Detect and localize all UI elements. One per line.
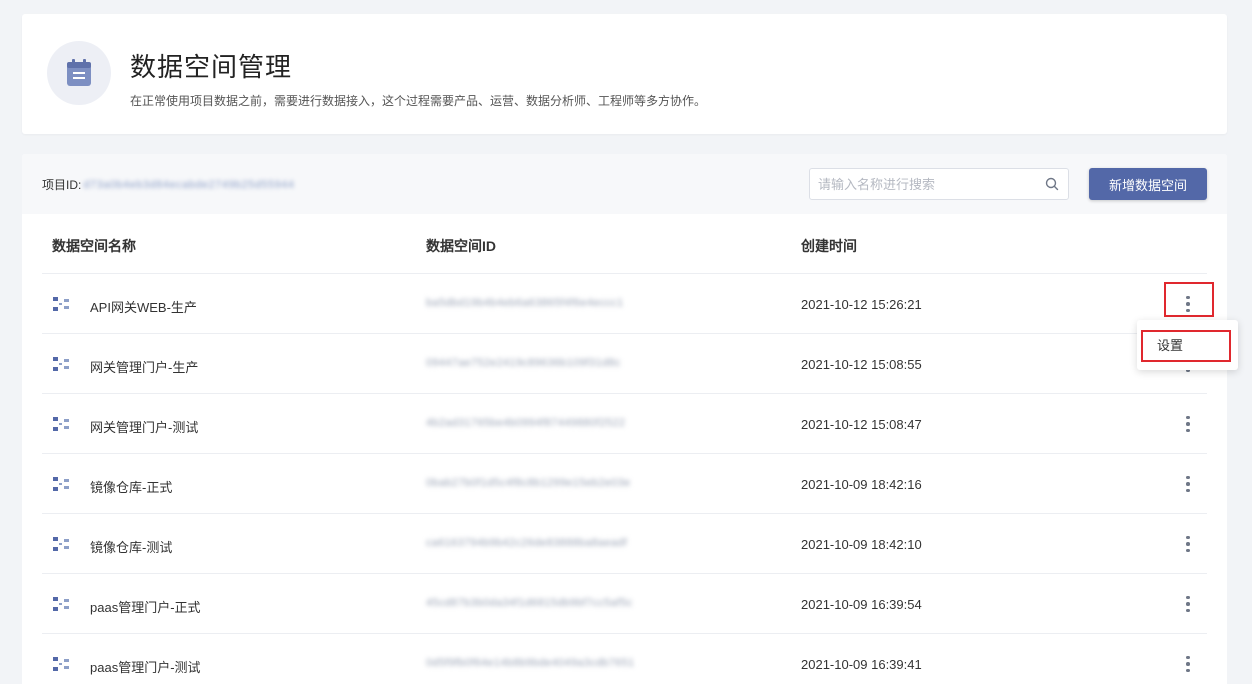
data-space-id: ca6163794b9b42c26de83888ba8aeadf [426, 537, 628, 549]
data-space-name: 网关管理门户-测试 [90, 420, 199, 435]
data-space-id: 0bab27b0f1d5c4f8c8b1299e15eb2e03e [426, 477, 631, 489]
calendar-icon [47, 41, 111, 105]
column-header-id: 数据空间ID [426, 238, 496, 254]
created-time: 2021-10-12 15:08:47 [801, 417, 922, 432]
data-space-name: paas管理门户-测试 [90, 660, 201, 675]
table-header: 数据空间名称 数据空间ID 创建时间 [42, 214, 1207, 274]
table-row: 网关管理门户-测试 4b2ad31765be4b0994f87449880f252… [42, 394, 1207, 454]
page-title: 数据空间管理 [130, 52, 293, 82]
created-time: 2021-10-12 15:08:55 [801, 357, 922, 372]
data-space-icon [53, 597, 69, 611]
data-space-icon [53, 417, 69, 431]
data-space-name: API网关WEB-生产 [90, 300, 197, 315]
table-row: 镜像仓库-测试 ca6163794b9b42c26de83888ba8aeadf 2… [42, 514, 1207, 574]
more-icon[interactable] [1179, 473, 1197, 495]
data-space-name: 镜像仓库-测试 [90, 540, 173, 555]
add-data-space-button[interactable]: 新增数据空间 [1089, 168, 1207, 200]
toolbar: 项目ID: d73a0b4eb3d84ecabde2749b25d55944 新… [22, 154, 1227, 214]
column-header-name: 数据空间名称 [52, 238, 136, 254]
column-header-time: 创建时间 [801, 238, 857, 254]
data-space-name: 网关管理门户-生产 [90, 360, 199, 375]
table-row: 镜像仓库-正式 0bab27b0f1d5c4f8c8b1299e15eb2e03e… [42, 454, 1207, 514]
more-button-highlight [1164, 282, 1214, 317]
data-space-panel: 项目ID: d73a0b4eb3d84ecabde2749b25d55944 新… [22, 154, 1227, 684]
table-row: paas管理门户-正式 45cd87b3b0da34f1d6815db9bf7cc… [42, 574, 1207, 634]
data-space-name: paas管理门户-正式 [90, 600, 201, 615]
project-id-label: 项目ID: [42, 178, 82, 192]
data-space-id: ba5dbd19b4b4eb6a63865f4f6e4eccc1 [426, 297, 624, 309]
data-space-icon [53, 537, 69, 551]
data-space-id: 09447ae752e2419c89636b109f31d8c [426, 357, 621, 369]
more-icon[interactable] [1179, 653, 1197, 675]
project-id: 项目ID: d73a0b4eb3d84ecabde2749b25d55944 [42, 176, 295, 193]
project-id-value: d73a0b4eb3d84ecabde2749b25d55944 [83, 178, 295, 191]
more-icon[interactable] [1179, 413, 1197, 435]
data-space-name: 镜像仓库-正式 [90, 480, 173, 495]
data-space-id: 45cd87b3b0da34f1d6815db9bf7cc5af5c [426, 597, 633, 609]
table-row: 网关管理门户-生产 09447ae752e2419c89636b109f31d8c… [42, 334, 1207, 394]
created-time: 2021-10-09 16:39:54 [801, 597, 922, 612]
data-space-icon [53, 477, 69, 491]
data-space-icon [53, 357, 69, 371]
row-actions-dropdown: 设置 [1137, 320, 1238, 370]
created-time: 2021-10-09 18:42:10 [801, 537, 922, 552]
data-space-icon [53, 297, 69, 311]
page-description: 在正常使用项目数据之前，需要进行数据接入，这个过程需要产品、运营、数据分析师、工… [130, 94, 707, 108]
search-icon[interactable] [1044, 176, 1060, 192]
created-time: 2021-10-12 15:26:21 [801, 297, 922, 312]
search-input[interactable] [810, 169, 1030, 199]
data-space-icon [53, 657, 69, 671]
data-space-id: 0d5f9fb0f64e14b8b9bde4049a3cdb7651 [426, 657, 635, 669]
search-box[interactable] [809, 168, 1069, 200]
page-header: 数据空间管理 在正常使用项目数据之前，需要进行数据接入，这个过程需要产品、运营、… [22, 14, 1227, 134]
created-time: 2021-10-09 18:42:16 [801, 477, 922, 492]
table-row: API网关WEB-生产 ba5dbd19b4b4eb6a63865f4f6e4ec… [42, 274, 1207, 334]
settings-menu-item[interactable]: 设置 [1141, 330, 1231, 362]
more-icon[interactable] [1179, 593, 1197, 615]
table-row: paas管理门户-测试 0d5f9fb0f64e14b8b9bde4049a3cd… [42, 634, 1207, 684]
more-icon[interactable] [1179, 533, 1197, 555]
data-space-id: 4b2ad31765be4b0994f87449880f2522 [426, 417, 626, 429]
created-time: 2021-10-09 16:39:41 [801, 657, 922, 672]
